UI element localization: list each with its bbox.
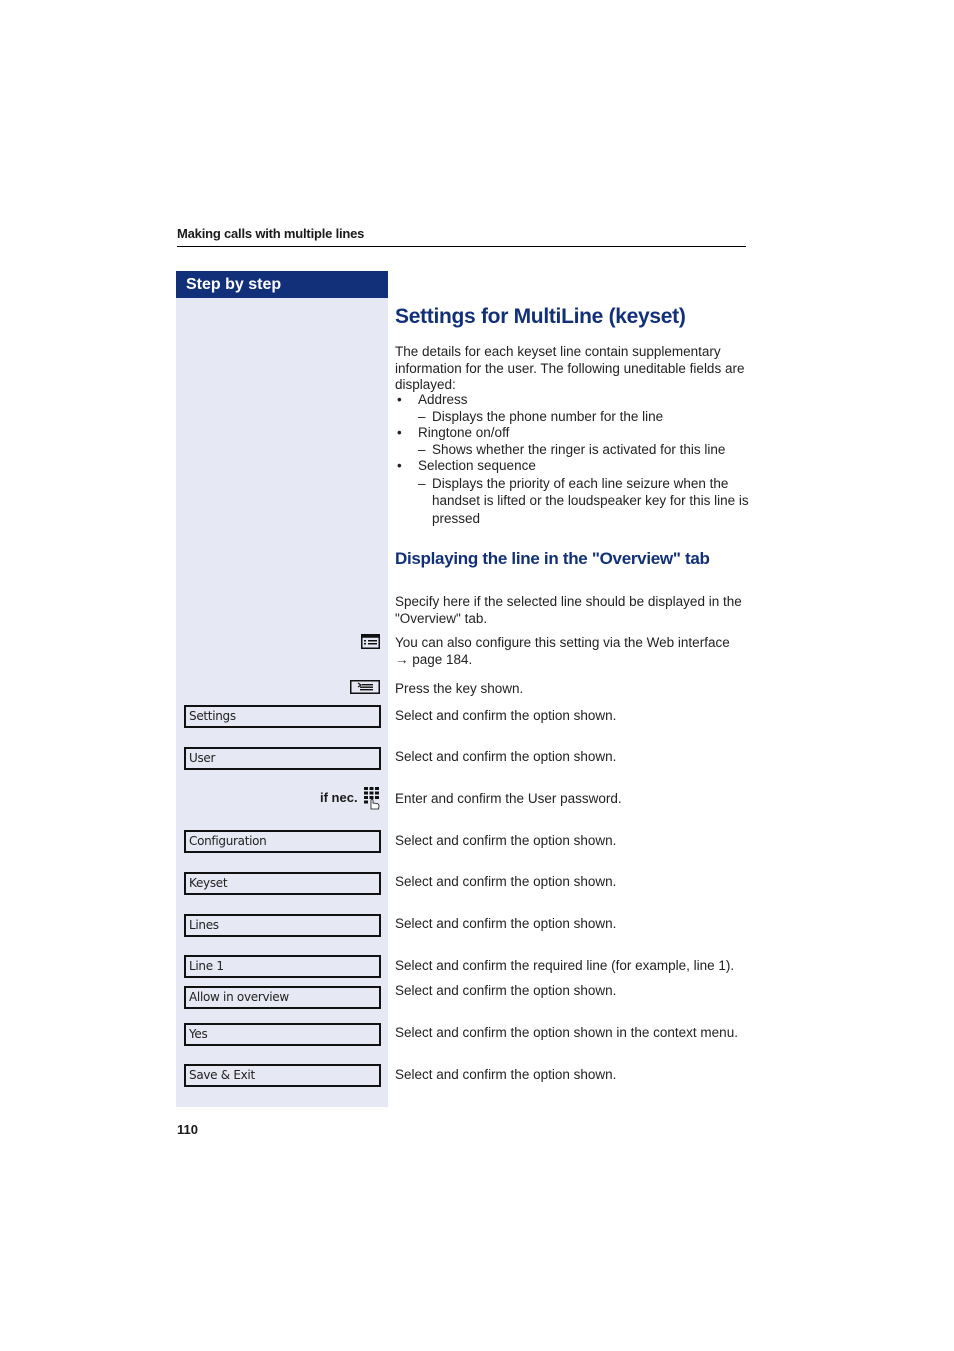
- section-title: Settings for MultiLine (keyset): [395, 305, 686, 328]
- step-text: Select and confirm the option shown.: [395, 1067, 617, 1082]
- running-header: Making calls with multiple lines: [177, 226, 365, 241]
- menu-key-icon[interactable]: [350, 680, 380, 694]
- step-text: Select and confirm the option shown.: [395, 983, 617, 998]
- option-allow-in-overview[interactable]: Allow in overview: [184, 986, 381, 1009]
- field-label: Selection sequence: [418, 458, 536, 473]
- field-item: Address: [395, 392, 755, 409]
- option-save-exit[interactable]: Save & Exit: [184, 1064, 381, 1087]
- step-text: Select and confirm the option shown.: [395, 749, 617, 764]
- if-necessary-label: if nec.: [320, 790, 358, 805]
- step-text: Select and confirm the option shown.: [395, 833, 617, 848]
- step-text: Enter and confirm the User password.: [395, 791, 622, 806]
- subsection-title: Displaying the line in the "Overview" ta…: [395, 549, 710, 568]
- option-yes[interactable]: Yes: [184, 1023, 381, 1046]
- field-description-text: Displays the priority of each line seizu…: [432, 475, 749, 526]
- sidebar-heading: Step by step: [176, 271, 388, 298]
- step-description: You can also configure this setting via …: [395, 635, 730, 650]
- option-keyset[interactable]: Keyset: [184, 872, 381, 895]
- step-text: Select and confirm the option shown.: [395, 916, 617, 931]
- keypad-icon: [364, 787, 380, 810]
- option-configuration[interactable]: Configuration: [184, 830, 381, 853]
- step-text: Select and confirm the option shown.: [395, 708, 617, 723]
- web-interface-icon: [361, 634, 380, 649]
- field-item: Selection sequence: [395, 458, 755, 475]
- option-line-1[interactable]: Line 1: [184, 955, 381, 978]
- field-item: Ringtone on/off: [395, 425, 755, 442]
- header-rule: [177, 246, 746, 247]
- field-list: Address –Displays the phone number for t…: [395, 392, 755, 527]
- field-description: – Shows whether the ringer is activated f…: [418, 441, 726, 457]
- step-text: You can also configure this setting via …: [395, 635, 750, 668]
- field-description: – Displays the phone number for the line: [418, 408, 664, 424]
- page-reference-link[interactable]: → page 184.: [395, 652, 750, 669]
- section-intro: The details for each keyset line contain…: [395, 344, 745, 392]
- step-text: Select and confirm the option shown in t…: [395, 1025, 738, 1040]
- field-description-text: Shows whether the ringer is activated fo…: [432, 441, 726, 457]
- field-description: – Displays the priority of each line seiz…: [418, 475, 749, 526]
- page-number: 110: [177, 1122, 198, 1137]
- field-description-text: Displays the phone number for the line: [432, 408, 664, 424]
- option-lines[interactable]: Lines: [184, 914, 381, 937]
- step-text: Select and confirm the required line (fo…: [395, 958, 735, 973]
- subsection-intro: Specify here if the selected line should…: [395, 594, 742, 626]
- option-user[interactable]: User: [184, 747, 381, 770]
- step-text: Select and confirm the option shown.: [395, 874, 617, 889]
- field-label: Ringtone on/off: [418, 425, 510, 440]
- option-settings[interactable]: Settings: [184, 705, 381, 728]
- field-label: Address: [418, 392, 468, 407]
- step-text: Press the key shown.: [395, 681, 524, 696]
